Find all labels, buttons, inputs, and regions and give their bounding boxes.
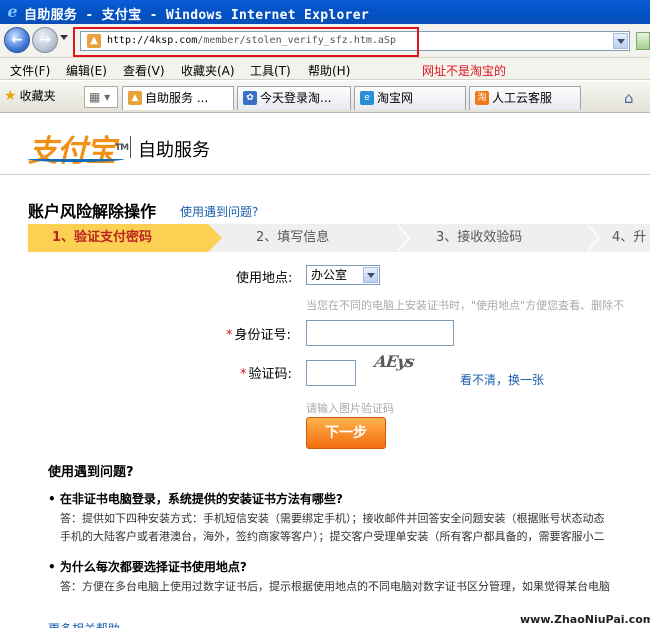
faq-title: 使用遇到问题? bbox=[48, 465, 134, 480]
location-label: 使用地点: bbox=[236, 271, 293, 286]
location-select[interactable]: 办公室 bbox=[306, 265, 380, 285]
window-title: 自助服务 - 支付宝 - Windows Internet Explorer bbox=[24, 8, 370, 23]
captcha-input[interactable] bbox=[306, 360, 356, 386]
required-asterisk: * bbox=[226, 328, 233, 343]
tab-label: 今天登录淘... bbox=[260, 91, 332, 105]
alipay-tab-icon: ▲ bbox=[128, 91, 142, 105]
header-divider bbox=[130, 136, 131, 158]
menu-bar: 文件(F) 编辑(E) 查看(V) 收藏夹(A) 工具(T) 帮助(H) 网址不… bbox=[0, 58, 650, 80]
favorites-label: 收藏夹 bbox=[19, 89, 56, 103]
address-dropdown-icon[interactable] bbox=[613, 33, 628, 49]
tab-login[interactable]: ✿ 今天登录淘... bbox=[237, 86, 351, 110]
step-2: 2、填写信息 bbox=[256, 230, 330, 245]
tab-bar: ★ 收藏夹 ▦ ▾ ▲ 自助服务 ... ✿ 今天登录淘... e 淘宝网 淘 人… bbox=[0, 81, 650, 113]
trademark-icon: TM bbox=[115, 143, 129, 153]
section-title: 账户风险解除操作 bbox=[28, 202, 157, 221]
step-3: 3、接收效验码 bbox=[436, 230, 523, 245]
tab-self-service[interactable]: ▲ 自助服务 ... bbox=[122, 86, 234, 110]
captcha-label-text: 验证码: bbox=[248, 367, 292, 382]
captcha-image[interactable]: AEys bbox=[372, 352, 436, 380]
captcha-label: * 验证码: bbox=[240, 363, 292, 382]
id-number-label: * 身份证号: bbox=[226, 324, 291, 343]
id-label-text: 身份证号: bbox=[234, 328, 291, 343]
faq-question-1: • 在非证书电脑登录，系统提供的安装证书方法有哪些? bbox=[48, 492, 343, 506]
tab-taobao[interactable]: e 淘宝网 bbox=[354, 86, 466, 110]
back-button[interactable]: ← bbox=[4, 27, 30, 53]
location-hint: 当您在不同的电脑上安装证书时，"使用地点"方便您查看、删除不 bbox=[306, 299, 625, 312]
watermark-text: www.ZhaoNiuPai.com bbox=[520, 613, 650, 626]
title-bar: e 自助服务 - 支付宝 - Windows Internet Explorer bbox=[0, 0, 650, 24]
menu-help[interactable]: 帮助(H) bbox=[308, 62, 350, 79]
tab-label: 淘宝网 bbox=[377, 91, 414, 105]
taobao-tab-icon: 淘 bbox=[475, 91, 489, 105]
ie-tab-icon: e bbox=[360, 91, 374, 105]
warning-annotation: 网址不是淘宝的 bbox=[422, 64, 507, 78]
faq-question-2: • 为什么每次都要选择证书使用地点? bbox=[48, 560, 247, 574]
location-value: 办公室 bbox=[311, 268, 348, 282]
tab-label: 自助服务 ... bbox=[145, 91, 209, 105]
step-chevron bbox=[396, 224, 410, 252]
url-highlight-box bbox=[73, 27, 419, 57]
home-icon[interactable]: ⌂ bbox=[624, 89, 634, 107]
step-4: 4、升 bbox=[612, 230, 647, 245]
required-asterisk: * bbox=[240, 367, 247, 382]
logo-swoosh bbox=[28, 156, 124, 162]
menu-file[interactable]: 文件(F) bbox=[10, 62, 50, 79]
more-help-link[interactable]: 更多相关帮助 bbox=[48, 620, 120, 628]
menu-view[interactable]: 查看(V) bbox=[123, 62, 165, 79]
step-chevron bbox=[586, 224, 600, 252]
browser-window: e 自助服务 - 支付宝 - Windows Internet Explorer… bbox=[0, 0, 650, 628]
tab-cloud-service[interactable]: 淘 人工云客服 bbox=[469, 86, 581, 110]
step-progress: 1、验证支付密码 2、填写信息 3、接收效验码 4、升 bbox=[28, 224, 650, 252]
logo-text: 支付宝 bbox=[28, 134, 116, 169]
refresh-captcha-link[interactable]: 看不清，换一张 bbox=[460, 371, 544, 388]
alipay-logo[interactable]: 支付宝TM bbox=[28, 126, 129, 170]
step-1-active: 1、验证支付密码 bbox=[28, 224, 222, 252]
menu-tools[interactable]: 工具(T) bbox=[250, 62, 291, 79]
faq-answer-1-line-2: 手机的大陆客户或者港澳台，海外，签约商家等客户）；提交客户受理单安装（所有客户都… bbox=[60, 530, 605, 543]
captcha-hint: 请输入图片验证码 bbox=[306, 402, 394, 415]
favorites-button[interactable]: ★ 收藏夹 bbox=[4, 87, 56, 104]
star-icon: ★ bbox=[4, 88, 17, 104]
quick-tabs-button[interactable]: ▦ ▾ bbox=[84, 86, 118, 108]
faq-answer-1-line-1: 答：提供如下四种安装方式：手机短信安装（需要绑定手机）；接收邮件并回答安全问题安… bbox=[60, 512, 605, 525]
help-link[interactable]: 使用遇到问题? bbox=[180, 203, 258, 220]
paw-tab-icon: ✿ bbox=[243, 91, 257, 105]
menu-edit[interactable]: 编辑(E) bbox=[66, 62, 107, 79]
menu-favorites[interactable]: 收藏夹(A) bbox=[181, 62, 235, 79]
header-rule bbox=[0, 174, 650, 175]
chevron-down-icon[interactable] bbox=[363, 267, 378, 283]
ie-logo-icon: e bbox=[7, 2, 18, 21]
history-dropdown-icon[interactable] bbox=[60, 35, 68, 40]
forward-button[interactable]: → bbox=[32, 27, 58, 53]
page-content: 支付宝TM 自助服务 账户风险解除操作 使用遇到问题? 1、验证支付密码 2、填… bbox=[0, 114, 650, 628]
go-button[interactable] bbox=[636, 32, 650, 50]
id-number-input[interactable] bbox=[306, 320, 454, 346]
next-step-button[interactable]: 下一步 bbox=[306, 417, 386, 449]
faq-answer-2-line-1: 答：方便在多台电脑上使用过数字证书后，提示根据使用地点的不同电脑对数字证书区分管… bbox=[60, 580, 610, 593]
tab-label: 人工云客服 bbox=[492, 91, 553, 105]
page-header-title: 自助服务 bbox=[138, 140, 210, 161]
